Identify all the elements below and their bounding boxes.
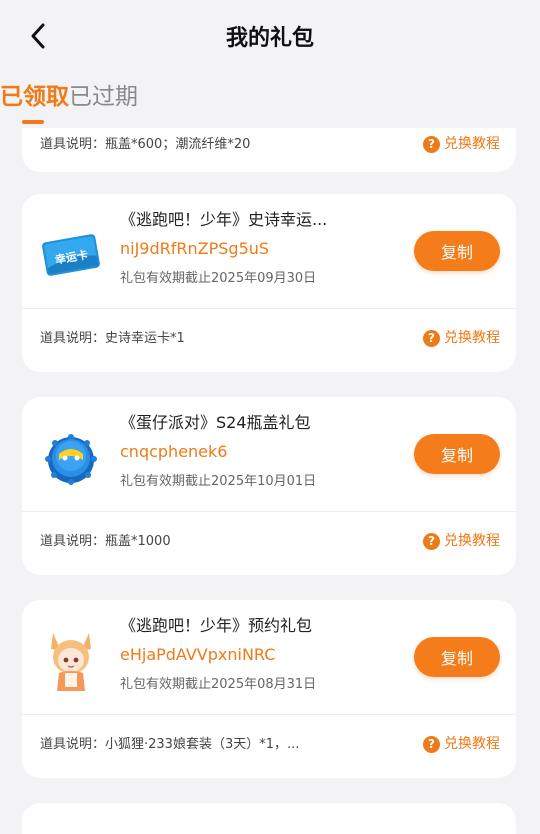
item-description: 道具说明：瓶盖*1000 [40, 534, 171, 549]
gift-card: 《蛋仔派对》S24瓶盖礼包 cnqcphenek6 礼包有效期截止2025年10… [22, 397, 516, 575]
copy-button[interactable]: 复制 [414, 637, 500, 677]
gift-card: 幸运卡 《逃跑吧！少年》史诗幸运... niJ9dRfRnZPSg5uS 礼包有… [22, 194, 516, 372]
gift-card: 《逃跑吧！少年》预约礼包 eHjaPdAVVpxniNRC 礼包有效期截止202… [22, 600, 516, 778]
gift-expiry: 礼包有效期截止2025年10月01日 [120, 474, 317, 489]
gift-list[interactable]: 道具说明：瓶盖*600；潮流纤维*20 ? 兑换教程 幸运卡 《逃跑吧！少年》史… [0, 128, 540, 834]
gift-name: 《逃跑吧！少年》史诗幸运... [120, 210, 328, 229]
lucky-card-icon: 幸运卡 [40, 224, 102, 286]
redeem-guide-link[interactable]: ? 兑换教程 [423, 328, 500, 348]
redeem-guide-link[interactable]: ? 兑换教程 [423, 734, 500, 754]
gift-code: cnqcphenek6 [120, 442, 228, 461]
redeem-guide-link[interactable]: ? 兑换教程 [423, 134, 500, 154]
help-icon: ? [423, 135, 440, 153]
divider [22, 511, 516, 512]
tab-bar: 已领取 已过期 [0, 80, 540, 128]
redeem-guide-link[interactable]: ? 兑换教程 [423, 531, 500, 551]
gift-expiry: 礼包有效期截止2025年09月30日 [120, 271, 317, 286]
gift-card: 道具说明：瓶盖*600；潮流纤维*20 ? 兑换教程 [22, 128, 516, 172]
redeem-guide-label: 兑换教程 [444, 330, 500, 346]
tab-expired[interactable]: 已过期 [69, 80, 138, 114]
bottle-cap-icon [40, 427, 102, 489]
page-title: 我的礼包 [225, 26, 314, 51]
gift-code: niJ9dRfRnZPSg5uS [120, 239, 270, 258]
item-description: 道具说明：小狐狸·233娘套装（3天）*1，... [40, 737, 300, 752]
redeem-guide-label: 兑换教程 [444, 736, 500, 752]
gift-name: 《蛋仔派对》S24瓶盖礼包 [120, 413, 311, 432]
gift-card [22, 803, 516, 834]
gift-code: eHjaPdAVVpxniNRC [120, 645, 276, 664]
redeem-guide-label: 兑换教程 [444, 136, 500, 152]
redeem-guide-label: 兑换教程 [444, 533, 500, 549]
help-icon: ? [423, 329, 440, 347]
help-icon: ? [423, 735, 440, 753]
gift-name: 《逃跑吧！少年》预约礼包 [120, 616, 313, 635]
divider [22, 714, 516, 715]
item-description: 道具说明：瓶盖*600；潮流纤维*20 [40, 137, 251, 152]
copy-button[interactable]: 复制 [414, 231, 500, 271]
help-icon: ? [423, 532, 440, 550]
item-description: 道具说明：史诗幸运卡*1 [40, 331, 185, 346]
active-tab-indicator [22, 120, 44, 124]
copy-button[interactable]: 复制 [414, 434, 500, 474]
tab-received[interactable]: 已领取 [0, 80, 69, 114]
fox-girl-avatar-icon [40, 630, 102, 692]
divider [22, 308, 516, 309]
header: 我的礼包 [0, 0, 540, 70]
gift-expiry: 礼包有效期截止2025年08月31日 [120, 677, 317, 692]
